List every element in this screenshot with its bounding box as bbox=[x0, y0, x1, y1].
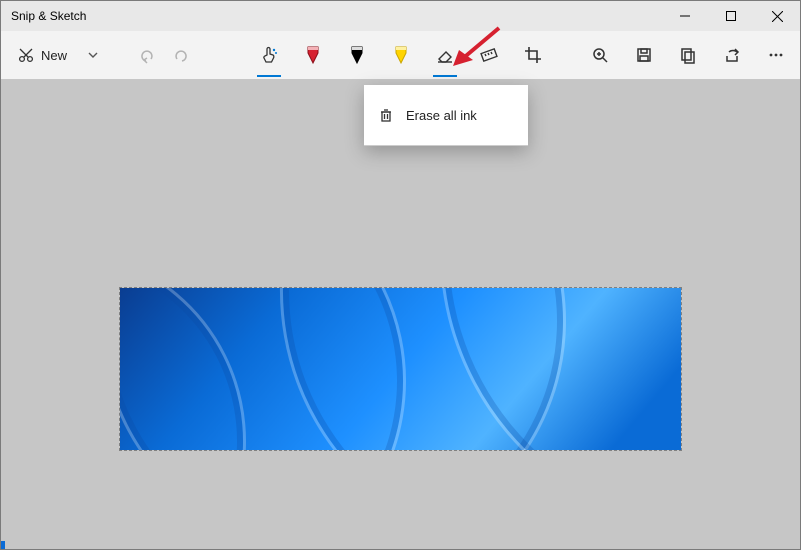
selection-indicator bbox=[1, 541, 5, 549]
copy-button[interactable] bbox=[674, 38, 702, 72]
redo-button[interactable] bbox=[167, 38, 195, 72]
more-icon bbox=[767, 46, 785, 64]
ballpoint-pen-button[interactable] bbox=[299, 38, 327, 72]
pencil-button[interactable] bbox=[343, 38, 371, 72]
share-icon bbox=[723, 46, 741, 64]
wallpaper-graphic bbox=[120, 288, 681, 450]
title-bar: Snip & Sketch bbox=[1, 1, 800, 31]
close-icon bbox=[772, 11, 783, 22]
chevron-down-icon bbox=[87, 49, 99, 61]
ruler-button[interactable] bbox=[475, 38, 503, 72]
trash-icon bbox=[378, 107, 394, 123]
toolbar-center bbox=[255, 38, 547, 72]
toolbar-left: New bbox=[11, 38, 195, 72]
highlighter-button[interactable] bbox=[387, 38, 415, 72]
maximize-button[interactable] bbox=[708, 1, 754, 31]
copy-icon bbox=[679, 46, 697, 64]
ballpoint-pen-icon bbox=[304, 45, 322, 65]
eraser-icon bbox=[435, 45, 455, 65]
new-label: New bbox=[41, 48, 67, 63]
eraser-context-menu: Erase all ink bbox=[364, 85, 528, 146]
close-button[interactable] bbox=[754, 1, 800, 31]
undo-button[interactable] bbox=[133, 38, 161, 72]
undo-icon bbox=[138, 46, 156, 64]
pencil-icon bbox=[348, 45, 366, 65]
new-dropdown-button[interactable] bbox=[79, 38, 107, 72]
app-title: Snip & Sketch bbox=[11, 9, 86, 23]
canvas-area[interactable] bbox=[1, 79, 800, 549]
snip-image bbox=[120, 288, 681, 450]
scissors-icon bbox=[17, 46, 35, 64]
redo-icon bbox=[172, 46, 190, 64]
save-icon bbox=[635, 46, 653, 64]
crop-button[interactable] bbox=[519, 38, 547, 72]
toolbar: New bbox=[1, 31, 800, 80]
save-button[interactable] bbox=[630, 38, 658, 72]
touch-icon bbox=[259, 45, 279, 65]
maximize-icon bbox=[726, 11, 736, 21]
zoom-button[interactable] bbox=[586, 38, 614, 72]
toolbar-right bbox=[586, 38, 790, 72]
more-button[interactable] bbox=[762, 38, 790, 72]
app-window: Snip & Sketch New bbox=[0, 0, 801, 550]
ruler-icon bbox=[479, 45, 499, 65]
crop-icon bbox=[523, 45, 543, 65]
touch-writing-button[interactable] bbox=[255, 38, 283, 72]
minimize-button[interactable] bbox=[662, 1, 708, 31]
share-button[interactable] bbox=[718, 38, 746, 72]
minimize-icon bbox=[680, 11, 690, 21]
window-controls bbox=[662, 1, 800, 31]
erase-all-ink-item[interactable]: Erase all ink bbox=[406, 108, 477, 123]
zoom-icon bbox=[591, 46, 609, 64]
eraser-button[interactable] bbox=[431, 38, 459, 72]
highlighter-icon bbox=[392, 45, 410, 65]
new-snip-button[interactable]: New bbox=[11, 42, 73, 68]
